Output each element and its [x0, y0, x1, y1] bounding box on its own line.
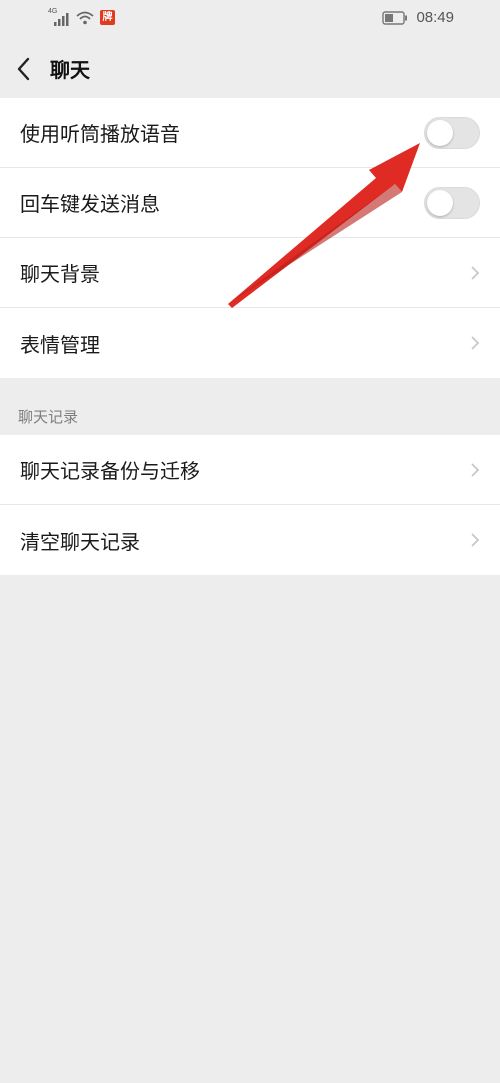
settings-row-label: 使用听筒播放语音 — [20, 122, 180, 146]
status-time: 08:49 — [416, 9, 454, 26]
wifi-icon — [76, 11, 94, 24]
settings-row-enter-to-send[interactable]: 回车键发送消息 — [0, 168, 500, 238]
enter-to-send-toggle[interactable] — [424, 187, 480, 219]
settings-row-label: 表情管理 — [20, 332, 100, 357]
status-icons-right: 08:49 — [382, 9, 454, 26]
app-badge-icon: 牌 — [100, 10, 115, 25]
chevron-right-icon — [471, 266, 480, 280]
page-title: 聊天 — [50, 58, 90, 82]
battery-icon — [382, 10, 408, 25]
settings-row-label: 回车键发送消息 — [20, 192, 160, 216]
toggle-knob — [427, 190, 453, 216]
status-icons-left: 4G 牌 — [48, 7, 115, 26]
chevron-right-icon — [471, 463, 480, 477]
chat-history-group: 聊天记录备份与迁移 清空聊天记录 — [0, 435, 500, 575]
status-bar: 4G 牌 08:49 — [0, 0, 500, 40]
chevron-right-icon — [471, 533, 480, 547]
chat-settings-group: 使用听筒播放语音 回车键发送消息 聊天背景 表情管理 — [0, 98, 500, 378]
toggle-knob — [427, 120, 453, 146]
section-header-chat-history: 聊天记录 — [18, 408, 79, 426]
settings-row-label: 聊天记录备份与迁移 — [20, 459, 200, 483]
back-button[interactable] — [10, 52, 40, 86]
settings-row-earpiece-playback[interactable]: 使用听筒播放语音 — [0, 98, 500, 168]
chevron-left-icon — [17, 57, 30, 81]
settings-row-clear-history[interactable]: 清空聊天记录 — [0, 505, 500, 575]
signal-icon: 4G — [48, 7, 70, 26]
nav-bar: 聊天 — [0, 40, 500, 98]
earpiece-playback-toggle[interactable] — [424, 117, 480, 149]
settings-row-label: 聊天背景 — [20, 262, 100, 286]
settings-row-sticker-management[interactable]: 表情管理 — [0, 308, 500, 378]
chevron-right-icon — [471, 336, 480, 350]
settings-row-label: 清空聊天记录 — [20, 529, 140, 554]
network-type-label: 4G — [48, 7, 58, 15]
settings-row-backup-migrate[interactable]: 聊天记录备份与迁移 — [0, 435, 500, 505]
settings-row-chat-background[interactable]: 聊天背景 — [0, 238, 500, 308]
